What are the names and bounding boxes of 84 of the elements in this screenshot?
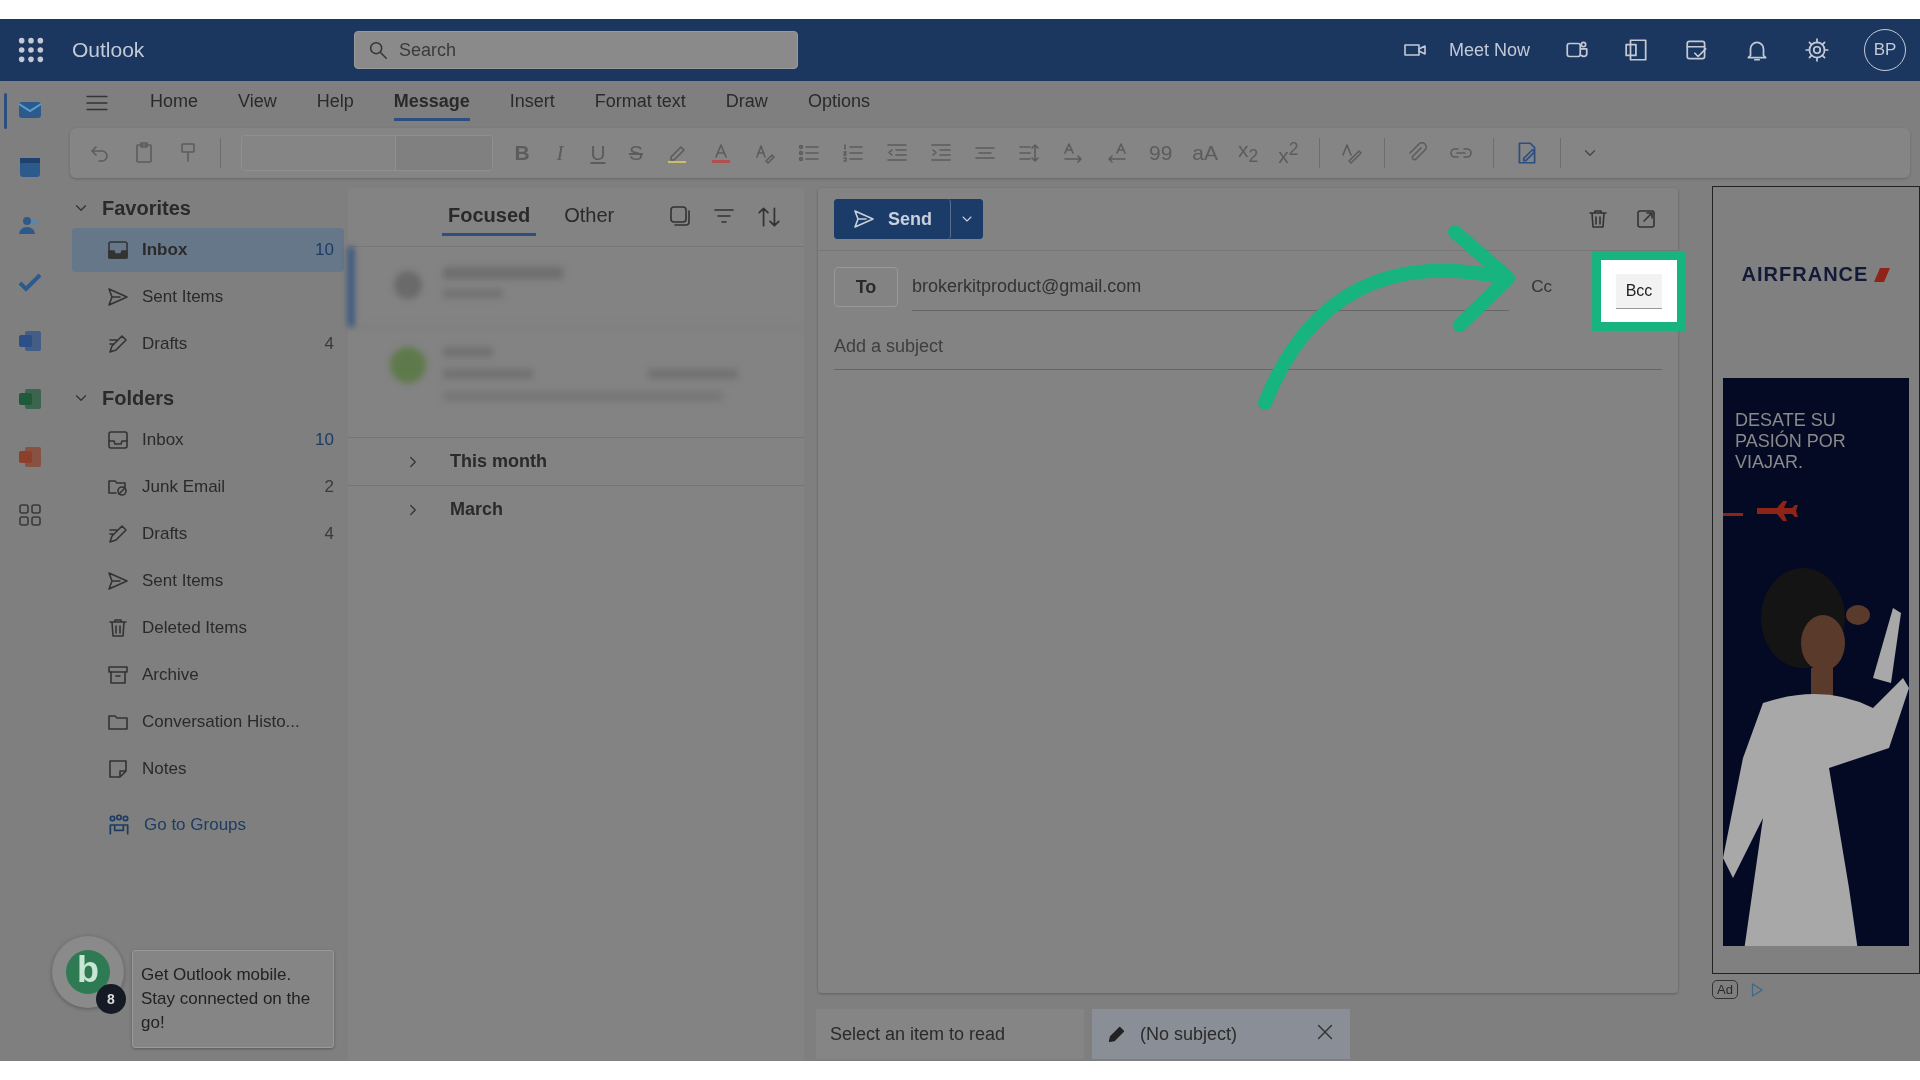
ribbon-tab[interactable]: Draw (725, 84, 768, 121)
settings-icon[interactable] (1804, 37, 1830, 63)
notification-badge: 8 (96, 984, 126, 1014)
pencil-icon (106, 522, 130, 546)
send-icon (106, 285, 130, 309)
folder-item[interactable]: Junk Email 2 (72, 465, 344, 509)
bcc-button[interactable]: Bcc (1615, 273, 1663, 309)
search-field[interactable]: Search (354, 31, 798, 69)
select-icon[interactable] (668, 204, 692, 228)
meet-now-button[interactable]: Meet Now (1402, 38, 1530, 62)
trash-icon (106, 616, 130, 640)
promo-toast[interactable]: Get Outlook mobile. Stay connected on the go! (132, 950, 334, 1048)
send-icon (852, 207, 876, 231)
folder-item[interactable]: Drafts 4 (72, 322, 344, 366)
stripe-icon (1874, 267, 1891, 282)
search-icon (367, 39, 389, 61)
folder-label: Drafts (142, 524, 188, 544)
send-button[interactable]: Send (834, 199, 951, 239)
font-color-icon[interactable] (709, 141, 733, 165)
trash-icon[interactable] (1586, 207, 1610, 231)
unread-count: 2 (324, 477, 334, 497)
inbox-tab[interactable]: Other (558, 198, 621, 236)
folder-label: Drafts (142, 334, 188, 354)
unread-count: 4 (324, 334, 334, 354)
notebook-icon[interactable] (1624, 37, 1650, 63)
folder-label: Notes (142, 759, 187, 779)
folder-label: Inbox (142, 430, 184, 450)
folder-label: Conversation Histo... (142, 712, 300, 732)
apps-icon[interactable] (16, 501, 44, 529)
folder-label: Junk Email (142, 477, 226, 497)
numbered-list-icon[interactable] (841, 141, 865, 165)
folder-item[interactable]: Drafts 4 (72, 512, 344, 556)
ribbon-tab[interactable]: Insert (509, 84, 555, 121)
recipient-field[interactable]: brokerkitproduct@gmail.com (912, 263, 1510, 311)
folder-label: Sent Items (142, 571, 224, 591)
folder-label: Inbox (142, 240, 188, 260)
folder-label: Deleted Items (142, 618, 247, 638)
pop-out-icon[interactable] (1634, 207, 1658, 231)
ad-banner[interactable]: AIRFRANCE DESATE SU PASIÓN POR VIAJAR. (1712, 186, 1920, 974)
ribbon-tab[interactable]: Home (150, 84, 198, 121)
status-tab[interactable]: (No subject) (1092, 1009, 1350, 1059)
sort-icon[interactable] (756, 204, 782, 230)
left-to-right-icon[interactable] (1061, 141, 1085, 165)
inbox-icon (106, 428, 130, 452)
note-icon (106, 757, 130, 781)
status-tab[interactable]: Select an item to read (816, 1009, 1084, 1059)
unread-count: 10 (315, 430, 334, 450)
app-launcher-icon[interactable] (17, 36, 45, 64)
inbox-tab[interactable]: Focused (442, 198, 537, 236)
folder-item[interactable]: Sent Items (72, 559, 344, 603)
folder-item[interactable]: Sent Items (72, 275, 344, 319)
line-spacing-icon[interactable] (1017, 141, 1041, 165)
folder-label: Sent Items (142, 287, 224, 307)
ribbon-tab[interactable]: Help (316, 84, 354, 121)
brand-logo: AIRFRANCE (1741, 263, 1869, 286)
ad-tagline: DESATE SU PASIÓN POR VIAJAR. (1735, 410, 1847, 473)
folder-item[interactable]: Inbox 10 (72, 228, 344, 272)
ribbon-tab[interactable]: Format text (594, 84, 686, 121)
right-to-left-icon[interactable] (1105, 141, 1129, 165)
unread-count: 10 (315, 240, 334, 260)
folder-item[interactable]: Deleted Items (72, 606, 344, 650)
inbox-icon (106, 238, 130, 262)
section-title[interactable]: Folders (102, 386, 175, 410)
archive-icon (106, 663, 130, 687)
ribbon-tab[interactable]: View (238, 84, 277, 121)
go-to-groups-link[interactable]: Go to Groups (144, 815, 247, 835)
app-name: Outlook (71, 38, 146, 62)
ribbon-tab[interactable]: Options (807, 84, 870, 121)
to-button[interactable]: To (834, 267, 898, 307)
folder-label: Archive (142, 665, 199, 685)
folder-item[interactable]: Inbox 10 (72, 418, 344, 462)
folder-item[interactable]: Notes (72, 747, 344, 791)
unread-count: 4 (324, 524, 334, 544)
folder-item[interactable]: Archive (72, 653, 344, 697)
group-header[interactable]: This month (450, 451, 547, 472)
ad-label: Ad (1712, 980, 1738, 999)
pencil-icon (106, 332, 130, 356)
group-header[interactable]: March (450, 499, 503, 520)
ribbon-tab[interactable]: Message (393, 84, 470, 121)
folder-item[interactable]: Conversation Histo... (72, 700, 344, 744)
cc-link[interactable]: Cc (1531, 277, 1552, 297)
editor-icon[interactable] (1339, 141, 1364, 165)
section-title[interactable]: Favorites (102, 196, 191, 220)
send-icon (106, 569, 130, 593)
